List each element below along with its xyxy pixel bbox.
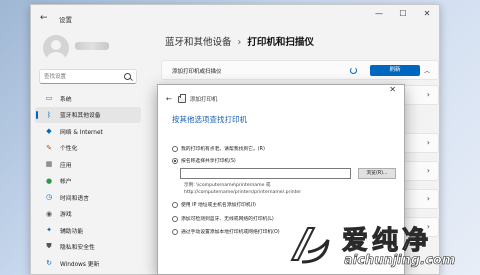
sidebar-item[interactable]: ᛒ 蓝牙和其他设备 [35, 106, 141, 123]
radio-button[interactable] [172, 145, 178, 152]
accessibility-icon: ✦ [46, 226, 52, 235]
radio-button[interactable] [172, 201, 178, 208]
radio-label[interactable]: 添加可检测到蓝牙、无线或网络的打印机(L) [181, 215, 274, 222]
watermark-url: aichunjing.com [344, 253, 456, 269]
search-input[interactable] [44, 72, 120, 82]
title-bar: ← 设置 — ☐ ✕ [31, 5, 439, 29]
sidebar-item[interactable]: ✎ 个性化 [35, 140, 141, 157]
sidebar-item[interactable]: ◷ 时间和语言 [35, 189, 141, 206]
minimize-button[interactable]: — [367, 9, 391, 18]
radio-option[interactable]: 按名称选择共享打印机(S) [172, 157, 236, 164]
sidebar-item[interactable]: ◉ 游戏 [35, 206, 141, 223]
system-icon: ▭ [45, 94, 53, 103]
printer-icon [177, 93, 186, 103]
breadcrumb-parent[interactable]: 蓝牙和其他设备 [165, 37, 232, 48]
game-icon: ◉ [45, 209, 53, 218]
breadcrumb: 蓝牙和其他设备 › 打印机和扫描仪 [165, 34, 314, 48]
dialog-title: 添加打印机 [189, 97, 218, 103]
loading-spinner-icon [350, 67, 357, 74]
chevron-right-icon: › [426, 194, 430, 203]
add-printer-label: 添加打印机或扫描仪 [172, 69, 222, 75]
brush-icon: ✎ [46, 143, 52, 152]
window-title: 设置 [59, 16, 72, 24]
watermark-text: 爱纯净 [341, 226, 433, 257]
network-icon: ◆ [46, 127, 52, 136]
watermark-logo-icon [290, 227, 330, 264]
account-icon: ● [45, 176, 53, 185]
search-icon[interactable] [124, 73, 131, 80]
breadcrumb-separator: › [237, 37, 242, 48]
sidebar-item-label: 应用 [60, 162, 72, 169]
dialog-heading: 按其他选项查找打印机 [172, 115, 247, 124]
sidebar-item-label: 时间和语言 [60, 195, 89, 202]
radio-label[interactable]: 按名称选择共享打印机(S) [181, 157, 236, 164]
radio-button[interactable] [172, 215, 178, 222]
sidebar-item[interactable]: ↻ Windows 更新 [35, 255, 141, 272]
chevron-right-icon: › [426, 90, 430, 99]
update-icon: ↻ [46, 259, 52, 268]
sidebar-item-label: 蓝牙和其他设备 [60, 113, 101, 120]
refresh-button[interactable]: 刷新 [370, 65, 420, 76]
radio-option[interactable]: 使用 IP 地址或主机名添加打印机(I) [172, 201, 256, 208]
radio-button[interactable] [172, 157, 178, 164]
radio-option[interactable]: 添加可检测到蓝牙、无线或网络的打印机(L) [172, 215, 274, 222]
sidebar-item[interactable]: ▭ 系统 [35, 90, 141, 107]
radio-label[interactable]: 我的打印机有点老。请帮我找到它。(R) [181, 145, 265, 152]
avatar[interactable] [43, 35, 69, 61]
maximize-button[interactable]: ☐ [391, 9, 415, 18]
add-printer-row: 添加打印机或扫描仪 刷新 ︿ [161, 60, 439, 80]
page-title: 打印机和扫描仪 [247, 37, 314, 48]
chevron-up-icon[interactable]: ︿ [424, 66, 430, 75]
back-button[interactable]: ← [40, 13, 48, 23]
sidebar-item-label: 辅助功能 [60, 228, 84, 235]
sidebar-nav: ▭ 系统 ᛒ 蓝牙和其他设备 ◆ 网络 & Internet ✎ 个性化 ▦ 应用 ● 帐户 ◷ 时间和语… [35, 90, 141, 272]
sidebar: ▭ 系统 ᛒ 蓝牙和其他设备 ◆ 网络 & Internet ✎ 个性化 ▦ 应用 ● 帐户 ◷ 时间和语… [31, 29, 145, 274]
sidebar-item-label: 隐私和安全性 [60, 245, 95, 252]
dialog-header: ← 添加打印机 [166, 93, 218, 103]
chevron-right-icon: › [426, 138, 430, 147]
shield-icon: ⛊ [46, 242, 52, 251]
radio-option[interactable]: 我的打印机有点老。请帮我找到它。(R) [172, 145, 265, 152]
sidebar-item[interactable]: ● 帐户 [35, 173, 141, 190]
chevron-right-icon: › [426, 166, 430, 175]
sidebar-item[interactable]: ▦ 应用 [35, 156, 141, 173]
radio-label[interactable]: 通过手动设置添加本地打印机或网络打印机(O) [181, 228, 280, 235]
window-controls: — ☐ ✕ [367, 9, 439, 18]
time-language-icon: ◷ [45, 193, 53, 202]
search-box[interactable] [39, 69, 137, 84]
example-text: 示例: \\computername\printername 或 http://… [184, 182, 301, 196]
sidebar-item-label: 网络 & Internet [60, 129, 103, 136]
watermark: 爱纯净 aichunjing.com [280, 216, 480, 275]
radio-button[interactable] [172, 228, 178, 235]
printer-name-input[interactable] [180, 168, 351, 179]
sidebar-item[interactable]: ◆ 网络 & Internet [35, 123, 141, 140]
sidebar-item-label: 游戏 [60, 212, 72, 219]
user-name-blurred [75, 42, 109, 50]
sidebar-item-label: 系统 [60, 96, 72, 103]
radio-option[interactable]: 通过手动设置添加本地打印机或网络打印机(O) [172, 228, 280, 235]
sidebar-item[interactable]: ⛊ 隐私和安全性 [35, 239, 141, 256]
browse-button[interactable]: 浏览(R)... [358, 168, 396, 179]
example-line: 示例: \\computername\printername 或 [184, 183, 271, 188]
bluetooth-icon: ᛒ [46, 110, 52, 119]
sidebar-item-label: 个性化 [60, 146, 78, 153]
apps-icon: ▦ [45, 160, 53, 169]
close-button[interactable]: ✕ [415, 9, 439, 18]
dialog-close-button[interactable]: ✕ [389, 85, 396, 94]
example-line: http://computername/printers/printername… [184, 190, 302, 195]
sidebar-item-label: 帐户 [60, 179, 72, 186]
sidebar-item-label: Windows 更新 [60, 261, 100, 268]
sidebar-item[interactable]: ✦ 辅助功能 [35, 222, 141, 239]
dialog-back-icon[interactable]: ← [166, 95, 172, 103]
radio-label[interactable]: 使用 IP 地址或主机名添加打印机(I) [181, 201, 256, 208]
